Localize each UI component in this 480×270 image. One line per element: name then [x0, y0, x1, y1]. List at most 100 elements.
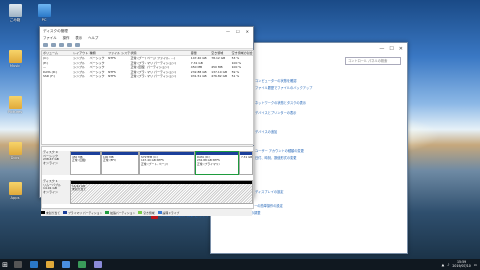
cell: ベーシック	[89, 73, 105, 78]
properties-icon[interactable]	[59, 42, 64, 47]
cp-link[interactable]: ファイル履歴でファイルのバックアップ	[255, 85, 312, 90]
desktop-icon-folder-1[interactable]: Music	[4, 50, 26, 68]
edge-icon[interactable]	[30, 261, 38, 268]
minimize-icon[interactable]: —	[226, 29, 230, 34]
system-tray: ▲ ♪ 15:59 2019/07/10 ▭	[442, 260, 480, 269]
maximize-icon[interactable]: ☐	[236, 29, 240, 34]
menu-file[interactable]: ファイル	[43, 35, 57, 41]
column-header[interactable]: 空き領域	[210, 51, 230, 55]
minimize-icon[interactable]: —	[379, 46, 384, 52]
notifications-icon[interactable]: ▭	[474, 263, 477, 267]
cp-link[interactable]: デバイスとプリンターの表示	[255, 110, 296, 115]
cell: SSD (F:)	[43, 73, 55, 78]
column-header[interactable]: レイアウト	[72, 51, 89, 55]
legend-item: 拡張パーティション	[105, 211, 135, 215]
partition-text: SYSTEM (C:) 147.40 GB NTFS 正常 (ブート, ページ)	[140, 155, 194, 167]
legend-label: 論理ドライブ	[162, 210, 180, 215]
cell: 476.82 GB	[211, 73, 228, 78]
column-header[interactable]: 状態	[130, 51, 147, 55]
start-button[interactable]: ⊞	[0, 259, 10, 270]
partition-size: 7.31 GB	[241, 155, 252, 159]
volume-icon[interactable]: ♪	[447, 263, 449, 267]
partition-status: 正常 (回復)	[72, 158, 87, 163]
partition[interactable]: 450 MB 正常 (回復)	[70, 151, 101, 175]
search-icon[interactable]	[14, 261, 22, 268]
partition-text: 14.91 GB 未割り当て	[71, 184, 252, 193]
desktop-icon-recycle-bin[interactable]: ごみ箱	[4, 4, 26, 22]
column-header[interactable]	[146, 51, 190, 55]
volume-row[interactable]: SSD (F:) シンプル ベーシック NTFS 正常 (プライ マリ パーティション) 9…	[42, 74, 253, 78]
app-icon[interactable]	[78, 261, 86, 268]
cell: 931.51 GB	[190, 73, 207, 78]
disk-management-window[interactable]: ディスクの管理 — ☐ ✕ ファイル 操作 表示 ヘルプ ボリューム レイアウト…	[39, 26, 254, 216]
column-header[interactable]: ボリューム	[42, 51, 72, 55]
partition-unallocated[interactable]: 14.91 GB 未割り当て	[70, 180, 253, 204]
maximize-icon[interactable]: ☐	[389, 46, 393, 52]
clock[interactable]: 15:59 2019/07/10	[452, 260, 470, 269]
column-header[interactable]: 空き領域の割合	[231, 51, 253, 55]
help-icon[interactable]	[67, 42, 72, 47]
partition-text: DATA (D:) 232.88 GB NTFS 正常 (プライマリ)	[196, 155, 238, 167]
partition[interactable]: 7.31 GB	[239, 151, 253, 175]
menu-help[interactable]: ヘルプ	[88, 35, 98, 41]
forward-icon[interactable]	[51, 42, 56, 47]
volume-list[interactable]: ボリューム レイアウト 種類 ファイル システム 状態 容量 空き領域 空き領域…	[41, 50, 254, 145]
legend-label: 拡張パーティション	[110, 210, 136, 215]
cp-link[interactable]: ディスプレイの設定	[255, 189, 283, 194]
cell: マリ パーティション)	[147, 73, 176, 78]
desktop-icon-folder-4[interactable]: Apps	[4, 182, 26, 200]
desktop-icon-pc[interactable]: PC	[33, 4, 55, 22]
legend-swatch	[157, 211, 162, 214]
cp-link[interactable]: コンピューターの状態を確認	[255, 78, 296, 83]
menu-action[interactable]: 操作	[63, 35, 70, 41]
legend-swatch	[138, 211, 143, 214]
disk-row[interactable]: ディスク 1 リムーバブル 14.91 GB オンライン 14.91 GB 未割…	[42, 179, 253, 204]
legend-swatch	[105, 211, 110, 214]
cell: シンプル	[73, 73, 86, 78]
column-header[interactable]: ファイル システム	[107, 51, 129, 55]
back-icon[interactable]	[43, 42, 48, 47]
partition-text: 7.31 GB	[240, 155, 252, 160]
legend-item: 論理ドライブ	[157, 210, 180, 215]
column-header[interactable]: 種類	[89, 51, 107, 55]
disk-management-taskbar-icon[interactable]	[94, 261, 102, 268]
menu-view[interactable]: 表示	[75, 35, 82, 41]
disk-row[interactable]: ディスク 0 ベーシック 238.47 GB オンライン 450 MB 正常 (…	[42, 150, 253, 175]
legend-label: プライマリ パーティション	[68, 210, 103, 215]
folder-icon	[8, 50, 22, 63]
cp-link[interactable]: ユーザー アカウントの種類の変更	[255, 148, 304, 153]
legend: 未割り当て プライマリ パーティション 拡張パーティション 空き領域 論理ドライ…	[41, 209, 252, 216]
disk-label: ディスク 0 ベーシック 238.47 GB オンライン	[42, 150, 71, 175]
disk-graph-view[interactable]: ディスク 0 ベーシック 238.47 GB オンライン 450 MB 正常 (…	[41, 146, 254, 209]
cp-link[interactable]: デバイスの追加	[255, 129, 277, 134]
control-panel-search-input[interactable]: コントロール パネルの検索	[345, 57, 401, 65]
partition-status: 正常 (プライマリ)	[197, 161, 220, 166]
network-icon[interactable]: ▲	[442, 263, 445, 267]
cp-link[interactable]: ネットワークの状態とタスクの表示	[255, 100, 306, 105]
folder-icon	[8, 96, 22, 109]
disk-status: オンライン	[43, 160, 59, 165]
folder-icon	[8, 142, 22, 155]
partition[interactable]: 100 MB 正常 (EFI)	[101, 151, 139, 175]
recycle-bin-icon	[8, 4, 22, 17]
cp-link[interactable]: 日付、時刻、数値形式の変更	[255, 155, 296, 160]
legend-item: 空き領域	[138, 211, 155, 215]
desktop-icon-folder-3[interactable]: Docs	[4, 142, 26, 160]
close-icon[interactable]: ✕	[399, 46, 403, 52]
close-icon[interactable]: ✕	[246, 29, 249, 34]
legend-label: 未割り当て	[46, 210, 60, 215]
disk-management-titlebar: ディスクの管理 — ☐ ✕	[40, 27, 253, 35]
legend-item: 未割り当て	[41, 211, 60, 215]
desktop-icon-folder-2[interactable]: Pictures	[4, 96, 26, 114]
store-icon[interactable]	[62, 261, 70, 268]
file-explorer-icon[interactable]	[46, 261, 54, 268]
folder-icon	[8, 182, 22, 195]
disk-label: ディスク 1 リムーバブル 14.91 GB オンライン	[42, 179, 71, 204]
column-header[interactable]: 容量	[190, 51, 210, 55]
partition-selected[interactable]: DATA (D:) 232.88 GB NTFS 正常 (プライマリ)	[195, 151, 239, 175]
taskbar: ⊞ ▲ ♪ 15:59 2019/07/10 ▭	[0, 259, 480, 270]
toolbar	[40, 41, 253, 49]
partition-status: 正常 (EFI)	[103, 158, 116, 163]
refresh-icon[interactable]	[75, 42, 80, 47]
partition[interactable]: SYSTEM (C:) 147.40 GB NTFS 正常 (ブート, ページ)	[139, 151, 195, 175]
